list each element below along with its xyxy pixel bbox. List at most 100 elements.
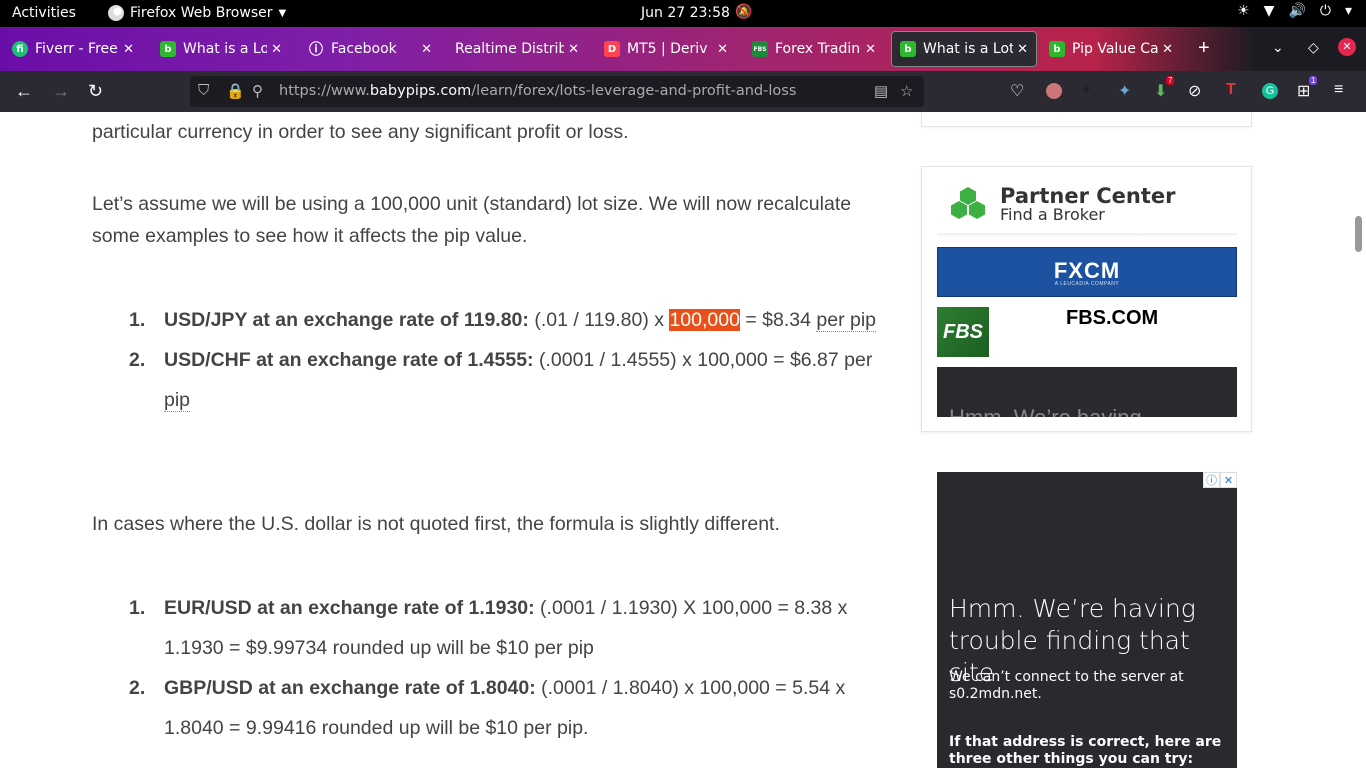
error-message: We can’t connect to the server at s0.2md… bbox=[949, 669, 1184, 702]
notifications-muted-icon: 🔕 bbox=[735, 4, 753, 20]
paragraph: Let’s assume we will be using a 100,000 … bbox=[92, 193, 852, 247]
ad-info-icon[interactable]: ⓘ bbox=[1203, 472, 1220, 488]
clock[interactable]: Jun 27 23:58 bbox=[641, 5, 730, 21]
firefox-icon bbox=[108, 5, 124, 21]
paragraph: particular currency in order to see any … bbox=[92, 121, 629, 143]
power-icon: ⏻ bbox=[1319, 3, 1331, 19]
error-suggestions-heading: If that address is correct, here are thr… bbox=[949, 734, 1222, 767]
example-list: 1. USD/JPY at an exchange rate of 119.80… bbox=[92, 300, 882, 420]
tab[interactable]: FBS Forex Trading ✕ bbox=[744, 31, 884, 67]
partner-center-widget: Partner Center Find a Broker FXCM A LEUC… bbox=[921, 166, 1252, 432]
list-item: 2. GBP/USD at an exchange rate of 1.8040… bbox=[129, 677, 846, 739]
close-tab-icon[interactable]: ✕ bbox=[1017, 42, 1028, 57]
tab-title: Facebook bbox=[331, 41, 397, 57]
tab-menu-icon[interactable]: ◇ bbox=[1308, 39, 1319, 56]
close-tab-icon[interactable]: ✕ bbox=[865, 42, 876, 57]
hamburger-menu-icon[interactable]: ≡ bbox=[1334, 81, 1343, 99]
ad-close-icon[interactable]: ✕ bbox=[1220, 472, 1237, 488]
close-window-icon[interactable]: ✕ bbox=[1338, 38, 1356, 56]
close-tab-icon[interactable]: ✕ bbox=[717, 42, 728, 57]
babypips-icon: b bbox=[1049, 41, 1065, 57]
babypips-icon: b bbox=[160, 41, 176, 57]
tab-strip: fi Fiverr - Freelance ✕ b What is a Lot … bbox=[0, 27, 1366, 71]
wifi-icon: ▼ bbox=[1263, 3, 1275, 19]
chevron-down-icon: ▾ bbox=[1344, 3, 1352, 19]
block-extension-icon[interactable]: ⊘ bbox=[1188, 81, 1201, 101]
app-menu[interactable]: Firefox Web Browser ▼ bbox=[108, 5, 286, 21]
url-text[interactable]: https://www.babypips.com/learn/forex/lot… bbox=[279, 83, 796, 99]
tab[interactable]: b Pip Value Calculator ✕ bbox=[1041, 31, 1181, 67]
tab-active[interactable]: b What is a Lot in Forex ✕ bbox=[891, 31, 1037, 67]
url-bar[interactable]: ⛉ 🔒 ⚲ https://www.babypips.com/learn/for… bbox=[190, 76, 924, 107]
search-highlight: 100,000 bbox=[669, 309, 740, 331]
fbs-logo[interactable]: FBS bbox=[937, 307, 989, 357]
info-icon: ⓘ bbox=[309, 42, 323, 58]
pocket-icon[interactable]: ♡ bbox=[1010, 81, 1024, 101]
tab[interactable]: fi Fiverr - Freelance ✕ bbox=[4, 31, 142, 67]
new-tab-icon[interactable]: + bbox=[1198, 37, 1210, 60]
lock-icon[interactable]: 🔒 bbox=[226, 82, 245, 100]
activities-button[interactable]: Activities bbox=[12, 5, 76, 21]
permissions-icon[interactable]: ⚲ bbox=[252, 82, 263, 100]
fbs-icon: FBS bbox=[752, 41, 768, 57]
badge: 7 bbox=[1165, 76, 1175, 85]
broker-banner-error: Hmm. We’re having bbox=[937, 367, 1237, 417]
system-top-bar: Activities Firefox Web Browser ▼ Jun 27 … bbox=[0, 0, 1366, 27]
tab[interactable]: Realtime Distribution ✕ bbox=[447, 31, 587, 67]
grid-extension-icon[interactable]: ⊞ 1 bbox=[1297, 76, 1318, 101]
partner-center-subtitle: Find a Broker bbox=[1000, 205, 1105, 224]
tab[interactable]: ⓘ Facebook ✕ bbox=[300, 31, 440, 67]
caret-down-icon: ▼ bbox=[278, 7, 287, 19]
example-list: 1. EUR/USD at an exchange rate of 1.1930… bbox=[92, 588, 882, 748]
partner-center-logo-icon bbox=[951, 187, 985, 219]
t-extension-icon[interactable]: T bbox=[1226, 81, 1236, 99]
brightness-icon: ☀ bbox=[1237, 3, 1250, 19]
tab[interactable]: D MT5 | Deriv ✕ bbox=[596, 31, 736, 67]
shield-icon[interactable]: ⛉ bbox=[198, 82, 209, 99]
vpn-extension-icon[interactable]: ✦ bbox=[1118, 81, 1131, 101]
reader-view-icon[interactable]: ▤ bbox=[874, 82, 888, 100]
page-scrollbar[interactable] bbox=[1355, 216, 1362, 252]
bookmark-star-icon[interactable]: ☆ bbox=[900, 82, 913, 100]
deriv-icon: D bbox=[604, 41, 620, 57]
tab-title: Realtime Distribution bbox=[455, 41, 565, 57]
extension-icon[interactable]: ♦ bbox=[1082, 81, 1090, 99]
close-tab-icon[interactable]: ✕ bbox=[421, 42, 432, 57]
system-tray[interactable]: ☀ ▼ 🔊 ⏻ ▾ bbox=[1237, 3, 1352, 19]
tab-title: What is a Lot in Forex bbox=[923, 41, 1014, 57]
badge: 1 bbox=[1308, 76, 1318, 85]
close-tab-icon[interactable]: ✕ bbox=[568, 42, 579, 57]
fxcm-tagline: A LEUCADIA COMPANY bbox=[1054, 281, 1120, 287]
babypips-icon: b bbox=[900, 41, 916, 57]
tab[interactable]: b What is a Lot in Forex ✕ bbox=[152, 31, 290, 67]
close-tab-icon[interactable]: ✕ bbox=[271, 42, 282, 57]
forward-icon[interactable]: → bbox=[52, 81, 70, 102]
list-item: 1. USD/JPY at an exchange rate of 119.80… bbox=[129, 309, 877, 332]
pip-tooltip-term[interactable]: per pip bbox=[816, 309, 877, 332]
download-extension-icon[interactable]: ⬇ 7 bbox=[1154, 76, 1175, 101]
page-content: particular currency in order to see any … bbox=[0, 112, 1366, 768]
fbs-broker-link[interactable]: FBS.COM bbox=[1066, 307, 1158, 330]
divider bbox=[937, 233, 1237, 237]
reload-icon[interactable]: ↻ bbox=[88, 81, 103, 102]
back-icon[interactable]: ← bbox=[15, 81, 33, 102]
close-tab-icon[interactable]: ✕ bbox=[1162, 42, 1173, 57]
app-name: Firefox Web Browser bbox=[130, 5, 273, 21]
list-tabs-icon[interactable]: ⌄ bbox=[1272, 39, 1284, 56]
pip-tooltip-term[interactable]: pip bbox=[164, 389, 191, 412]
ad-frame: ⓘ ✕ Hmm. We’re having trouble finding th… bbox=[937, 472, 1237, 768]
tab-title: Pip Value Calculator bbox=[1072, 41, 1159, 57]
grammarly-icon[interactable]: G bbox=[1262, 83, 1278, 99]
fiverr-icon: fi bbox=[12, 41, 28, 57]
close-tab-icon[interactable]: ✕ bbox=[123, 42, 134, 57]
paragraph: In cases where the U.S. dollar is not qu… bbox=[92, 513, 780, 535]
tab-title: Forex Trading bbox=[775, 41, 862, 57]
tab-title: MT5 | Deriv bbox=[627, 41, 708, 57]
volume-icon: 🔊 bbox=[1288, 3, 1306, 19]
avatar-extension-icon[interactable] bbox=[1046, 83, 1062, 99]
tab-title: Fiverr - Freelance bbox=[35, 41, 119, 57]
ad-choices[interactable]: ⓘ ✕ bbox=[1203, 472, 1237, 488]
fxcm-broker-banner[interactable]: FXCM A LEUCADIA COMPANY bbox=[937, 247, 1237, 297]
tab-title: What is a Lot in Forex bbox=[183, 41, 268, 57]
list-item: 1. EUR/USD at an exchange rate of 1.1930… bbox=[129, 597, 848, 659]
